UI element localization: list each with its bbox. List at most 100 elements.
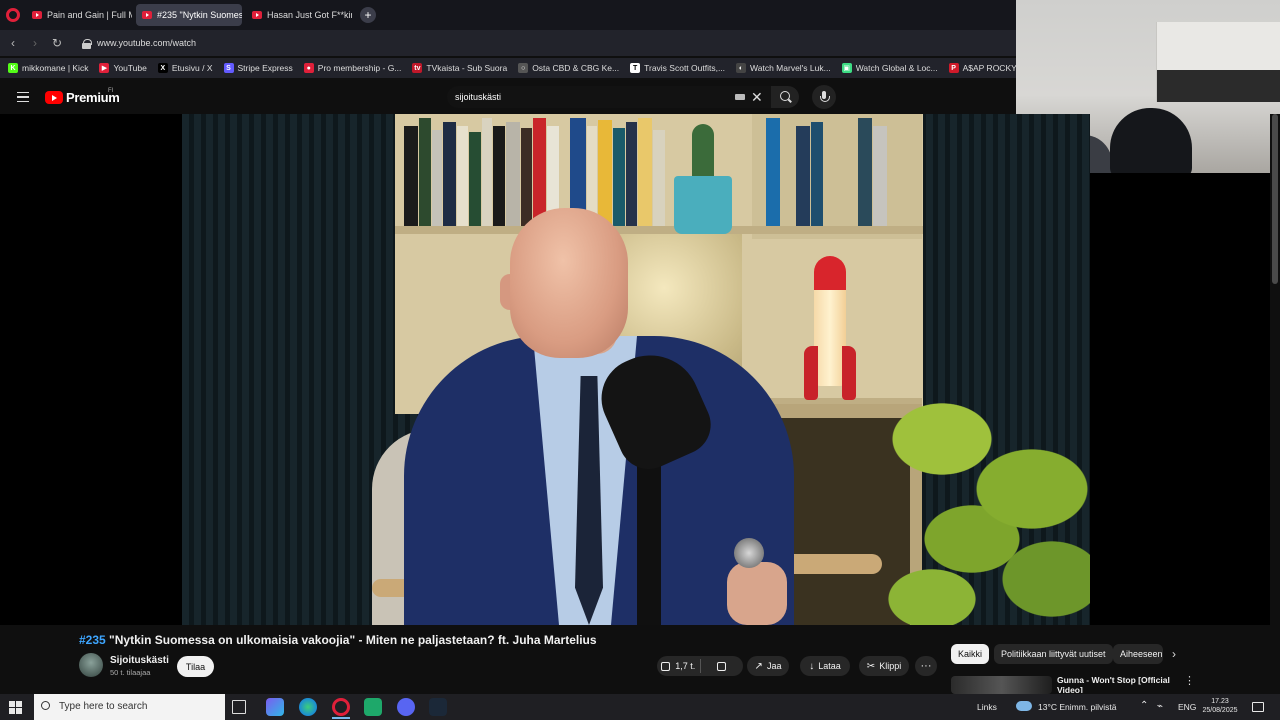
- hamburger-menu-icon[interactable]: [17, 92, 29, 102]
- more-actions-button[interactable]: ···: [915, 656, 937, 676]
- share-arrow-icon: ↗: [754, 660, 763, 672]
- search-input[interactable]: [455, 90, 715, 104]
- share-label: Jaa: [766, 661, 782, 671]
- video-title-text: "Nytkin Suomessa on ulkomaisia vakoojia"…: [105, 633, 597, 647]
- search-button[interactable]: [771, 86, 799, 108]
- video-hashtag[interactable]: #235: [79, 633, 106, 647]
- chip-related[interactable]: Aiheeseen: [1113, 644, 1163, 664]
- share-button[interactable]: ↗ Jaa: [747, 656, 789, 676]
- chip-all[interactable]: Kaikki: [951, 644, 990, 664]
- tab-pain-and-gain[interactable]: Pain and Gain | Full Movie: [26, 4, 132, 26]
- kick-icon: K: [8, 63, 18, 73]
- recommendation-thumbnail[interactable]: [951, 676, 1052, 694]
- globe-icon: ○: [518, 63, 529, 73]
- subscribe-button[interactable]: Tilaa: [177, 656, 214, 677]
- discord-icon[interactable]: [397, 698, 415, 716]
- bookmark-item[interactable]: ◐ Watch Marvel's Luk...: [736, 63, 831, 73]
- video-player[interactable]: [0, 114, 1090, 625]
- windows-start-icon[interactable]: [9, 701, 22, 714]
- clock[interactable]: 17.23 25/08/2025: [1198, 697, 1242, 715]
- youtube-icon: ▶: [99, 63, 110, 73]
- bookmark-label: mikkomane | Kick: [22, 63, 89, 73]
- page-scrollbar[interactable]: [1270, 114, 1280, 694]
- android-icon: ▣: [841, 63, 852, 73]
- scrollbar-thumb[interactable]: [1272, 114, 1278, 284]
- bookmark-label: Etusivu / X: [171, 63, 213, 73]
- network-icon[interactable]: ⌁: [1157, 701, 1163, 712]
- download-icon: ↓: [809, 660, 815, 672]
- bookmark-item[interactable]: ▣ Watch Global & Loc...: [841, 63, 938, 73]
- copilot-icon[interactable]: [266, 698, 284, 716]
- tab-label: Pain and Gain | Full Movie: [47, 10, 132, 20]
- opera-logo-icon[interactable]: [6, 8, 20, 22]
- reload-icon[interactable]: ↻: [46, 36, 68, 50]
- bookmark-item[interactable]: T Travis Scott Outfits,...: [630, 63, 725, 73]
- bookmark-label: Watch Marvel's Luk...: [750, 63, 831, 73]
- map-pin-icon: ●: [303, 63, 314, 73]
- bookmark-label: TVkaista - Sub Suora: [426, 63, 508, 73]
- tray-overflow-chevron-icon[interactable]: ⌃: [1140, 700, 1148, 711]
- youtube-logo-icon[interactable]: [45, 91, 63, 104]
- keyboard-icon[interactable]: [735, 94, 745, 100]
- recommendation-menu-icon[interactable]: ⋮: [1184, 674, 1195, 687]
- like-button[interactable]: 1,7 t.: [657, 656, 700, 676]
- download-label: Lataa: [818, 661, 841, 671]
- tab-hasan[interactable]: Hasan Just Got F**king Ob: [246, 4, 352, 26]
- weather-text[interactable]: 13°C Enimm. pilvistä: [1038, 702, 1117, 712]
- channel-avatar[interactable]: [79, 653, 103, 677]
- url-field[interactable]: www.youtube.com/watch: [97, 38, 196, 48]
- tab-label: Hasan Just Got F**king Ob: [267, 10, 352, 20]
- bookmark-item[interactable]: Kmikkomane | Kick: [8, 63, 88, 73]
- video-frame: [182, 114, 1090, 625]
- chip-politics-news[interactable]: Politiikkaan liittyvät uutiset: [994, 644, 1113, 664]
- bookmark-item[interactable]: PA$AP ROCKY x PU...: [948, 63, 1016, 73]
- wristwatch: [734, 538, 764, 568]
- new-tab-button[interactable]: +: [360, 7, 376, 23]
- channel-name[interactable]: Sijoituskästi: [110, 655, 169, 666]
- webcam-kitchen-cabinet: [1156, 22, 1280, 102]
- input-language[interactable]: ENG: [1178, 702, 1196, 712]
- steam-icon[interactable]: [429, 698, 447, 716]
- stripe-icon: S: [223, 63, 234, 73]
- person-hand: [727, 562, 787, 625]
- clip-button[interactable]: ✂ Klippi: [859, 656, 909, 676]
- youtube-favicon-icon: [252, 11, 262, 19]
- x-icon: X: [157, 63, 168, 73]
- download-button[interactable]: ↓ Lataa: [800, 656, 850, 676]
- forward-icon[interactable]: ›: [24, 36, 46, 50]
- like-dislike-group: 1,7 t.: [657, 656, 743, 676]
- taskbar-search[interactable]: Type here to search: [34, 694, 225, 720]
- notification-center-icon[interactable]: [1252, 702, 1264, 712]
- dislike-button[interactable]: [701, 656, 744, 676]
- recommendation-title[interactable]: Gunna - Won't Stop [Official Video]: [1057, 675, 1177, 693]
- tab-nytkin-suomessa[interactable]: #235 "Nytkin Suomes: [136, 4, 242, 26]
- task-view-icon[interactable]: [232, 700, 246, 714]
- clear-search-icon[interactable]: ✕: [751, 89, 763, 105]
- bookmark-item[interactable]: X Etusivu / X: [157, 63, 213, 73]
- weather-cloud-icon[interactable]: [1016, 701, 1032, 711]
- browser-tab-bar: Pain and Gain | Full Movie #235 "Nytkin …: [0, 0, 1016, 30]
- back-icon[interactable]: ‹: [2, 36, 24, 50]
- cactus: [692, 124, 714, 178]
- bookmark-label: Stripe Express: [237, 63, 293, 73]
- edge-browser-icon[interactable]: [299, 698, 317, 716]
- webcam-person-head: [1110, 108, 1192, 173]
- bookmark-item[interactable]: S Stripe Express: [223, 63, 293, 73]
- bookmark-item[interactable]: ○ Osta CBD & CBG Ke...: [518, 63, 619, 73]
- youtube-favicon-icon: [142, 11, 152, 19]
- bookmark-item[interactable]: ▶ YouTube: [99, 63, 147, 73]
- bookmark-label: Watch Global & Loc...: [855, 63, 938, 73]
- chip-next-icon[interactable]: ›: [1172, 647, 1176, 661]
- youtube-favicon-icon: [32, 11, 42, 19]
- bookmark-item[interactable]: tv TVkaista - Sub Suora: [412, 63, 507, 73]
- opera-browser-icon[interactable]: [332, 698, 350, 716]
- youtube-header: Premium FI ✕: [0, 80, 1016, 114]
- search-icon: [41, 701, 50, 710]
- links-toolbar[interactable]: Links: [977, 702, 997, 712]
- green-app-icon[interactable]: [364, 698, 382, 716]
- person-head: [510, 208, 628, 358]
- bookmark-item[interactable]: ● Pro membership - G...: [303, 63, 401, 73]
- plant-pot: [674, 176, 732, 234]
- voice-search-mic-icon[interactable]: [812, 85, 836, 109]
- rocket-lamp: [804, 256, 856, 406]
